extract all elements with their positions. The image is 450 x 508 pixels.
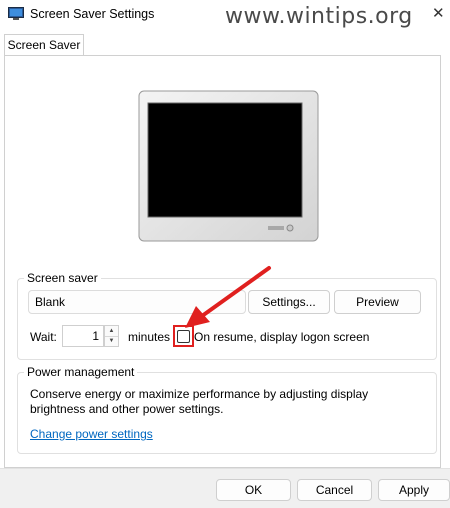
red-arrow-icon bbox=[185, 266, 271, 328]
wait-value: 1 bbox=[92, 329, 99, 343]
ok-button[interactable]: OK bbox=[216, 479, 291, 501]
screen-saver-selected-value: Blank bbox=[35, 295, 66, 309]
tab-screen-saver[interactable]: Screen Saver bbox=[4, 34, 84, 56]
monitor-preview bbox=[138, 90, 319, 242]
close-icon[interactable]: ✕ bbox=[432, 4, 445, 22]
wait-stepper[interactable]: ▲ ▼ bbox=[104, 325, 119, 347]
power-description: Conserve energy or maximize performance … bbox=[30, 387, 369, 416]
apply-button[interactable]: Apply bbox=[378, 479, 450, 501]
watermark: www.wintips.org bbox=[225, 4, 413, 29]
cancel-button[interactable]: Cancel bbox=[297, 479, 372, 501]
wait-label: Wait: bbox=[30, 330, 57, 344]
screen-saver-group-label: Screen saver bbox=[24, 271, 101, 285]
power-management-group-label: Power management bbox=[24, 365, 138, 379]
window-title: Screen Saver Settings bbox=[30, 7, 155, 21]
change-power-settings-link[interactable]: Change power settings bbox=[30, 427, 153, 441]
wait-minutes-input[interactable]: 1 bbox=[62, 325, 104, 347]
preview-button[interactable]: Preview bbox=[334, 290, 421, 314]
stepper-down-icon[interactable]: ▼ bbox=[105, 336, 118, 346]
display-icon bbox=[8, 7, 24, 20]
minutes-label: minutes bbox=[128, 330, 171, 344]
